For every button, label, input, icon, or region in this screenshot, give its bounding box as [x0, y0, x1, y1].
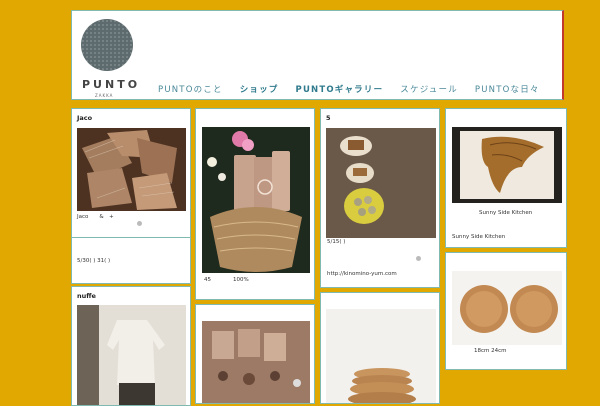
post-card-plates[interactable]: 18cm 24cm [445, 252, 567, 370]
post-title[interactable]: Jaco [77, 114, 92, 122]
post-photo[interactable] [77, 305, 186, 405]
earrings-display-illustration [202, 321, 310, 403]
site-header: PUNTO ZAKKA PUNTOのこと ショップ PUNTOギャラリー スケジ… [71, 10, 564, 100]
post-photo[interactable] [452, 271, 562, 345]
nav-gallery[interactable]: PUNTOギャラリー [296, 83, 384, 95]
wrapping-cloth-illustration [77, 128, 186, 211]
post-date: 5/30( ) 31( ) [77, 258, 111, 264]
sweets-plate-illustration [326, 128, 436, 238]
post-caption: Jaco & + [77, 214, 114, 220]
post-card-jaco[interactable]: Jaco Jaco & + [71, 108, 191, 238]
dot-icon [416, 256, 421, 261]
post-title[interactable]: 5 [326, 114, 331, 122]
post-card-sunny[interactable]: Sunny Side Kitchen Sunny Side Kitchen [445, 108, 567, 248]
post-label[interactable]: Sunny Side Kitchen [452, 234, 505, 240]
croissant-illustration [452, 127, 562, 203]
post-title[interactable]: nuffe [77, 292, 96, 300]
nav-shop[interactable]: ショップ [240, 83, 279, 95]
post-card-wood-stack[interactable] [320, 292, 440, 404]
post-card-jaco-date[interactable]: 5/30( ) 31( ) [71, 238, 191, 284]
wooden-plate-stack-illustration [326, 309, 436, 403]
nav-daily[interactable]: PUNTOな日々 [475, 83, 540, 95]
post-card-five[interactable]: 5 5/15( ) http://kinomino-yum.com [320, 108, 440, 288]
post-caption: 18cm 24cm [474, 348, 507, 354]
logo-text[interactable]: PUNTO [82, 78, 140, 91]
post-card-basket[interactable]: 45 100% [195, 108, 315, 300]
linen-shirt-illustration [77, 305, 186, 405]
wooden-plates-illustration [452, 271, 562, 345]
basket-bouquet-illustration [202, 127, 310, 273]
post-photo[interactable] [202, 127, 310, 273]
post-card-accessories[interactable] [195, 304, 315, 404]
dot-icon [137, 221, 142, 226]
post-caption: 45 100% [204, 277, 249, 283]
post-link[interactable]: http://kinomino-yum.com [327, 271, 397, 277]
post-photo[interactable] [452, 127, 562, 203]
logo-subtext: ZAKKA [95, 93, 114, 98]
post-photo[interactable] [326, 309, 436, 403]
logo-circle-icon[interactable] [81, 19, 133, 71]
post-photo[interactable] [77, 128, 186, 211]
post-photo[interactable] [326, 128, 436, 238]
post-card-nuffe[interactable]: nuffe [71, 286, 191, 406]
post-date: 5/15( ) [327, 239, 346, 245]
post-photo[interactable] [202, 321, 310, 403]
nav-schedule[interactable]: スケジュール [400, 83, 458, 95]
nav-about[interactable]: PUNTOのこと [158, 83, 223, 95]
main-nav: PUNTOのこと ショップ PUNTOギャラリー スケジュール PUNTOな日々 [158, 83, 540, 95]
post-caption: Sunny Side Kitchen [479, 210, 533, 216]
